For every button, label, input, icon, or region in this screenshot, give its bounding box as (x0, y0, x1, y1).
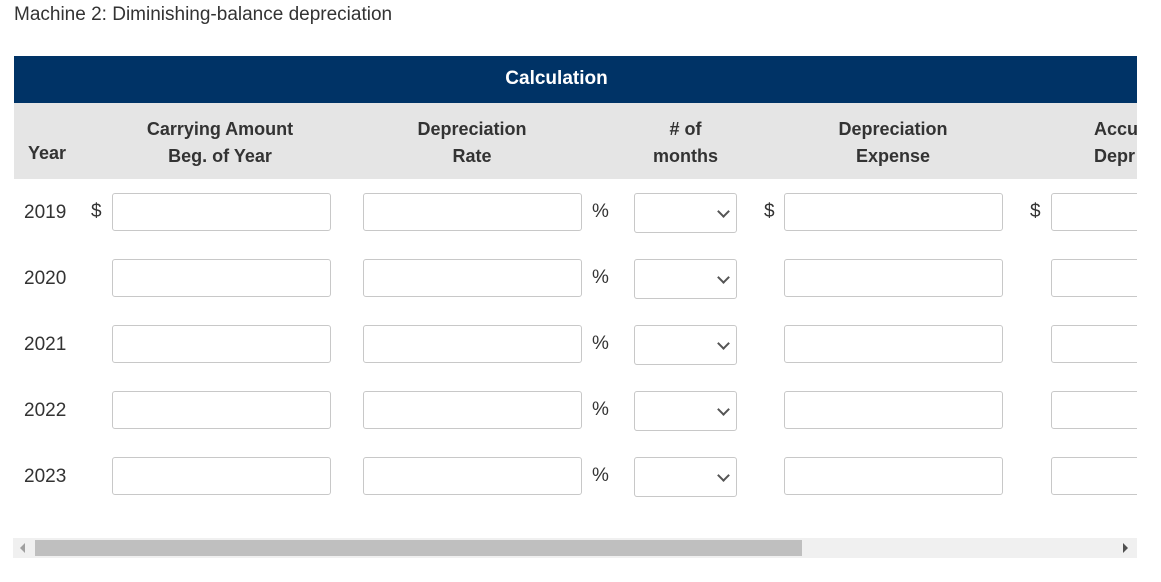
table-row: 2022% (14, 389, 1137, 433)
months-select[interactable] (634, 193, 737, 233)
header-depreciation-expense: Depreciation Expense (784, 116, 1002, 170)
accumulated-depreciation-input[interactable] (1051, 457, 1137, 495)
chevron-down-icon (717, 271, 730, 284)
percent-symbol: % (592, 201, 609, 222)
depreciation-expense-input[interactable] (784, 259, 1003, 297)
currency-symbol: $ (91, 201, 102, 222)
depreciation-table: Calculation Year Carrying Amount Beg. of… (14, 56, 1137, 526)
scroll-right-icon[interactable] (1123, 543, 1128, 553)
carrying-amount-input[interactable] (112, 457, 331, 495)
percent-symbol: % (592, 465, 609, 486)
depreciation-expense-input[interactable] (784, 457, 1003, 495)
accumulated-depreciation-input[interactable] (1051, 193, 1137, 231)
accumulated-depreciation-input[interactable] (1051, 325, 1137, 363)
months-select[interactable] (634, 391, 737, 431)
depreciation-rate-input[interactable] (363, 391, 582, 429)
carrying-amount-input[interactable] (112, 259, 331, 297)
header-carrying-amount: Carrying Amount Beg. of Year (112, 116, 328, 170)
table-row: 2020% (14, 257, 1137, 301)
percent-symbol: % (592, 399, 609, 420)
chevron-down-icon (717, 205, 730, 218)
header-line: Rate (452, 146, 492, 166)
header-line: Beg. of Year (168, 146, 272, 166)
year-label: 2022 (24, 400, 67, 421)
chevron-down-icon (717, 469, 730, 482)
header-accumulated: Accu Depr (1094, 116, 1137, 170)
currency-symbol: $ (764, 201, 775, 222)
column-headers: Year Carrying Amount Beg. of Year Deprec… (14, 103, 1137, 179)
horizontal-scrollbar[interactable] (13, 538, 1137, 558)
scroll-left-icon[interactable] (20, 543, 25, 553)
months-select[interactable] (634, 325, 737, 365)
percent-symbol: % (592, 267, 609, 288)
header-line: Expense (855, 146, 931, 166)
depreciation-expense-input[interactable] (784, 391, 1003, 429)
months-select[interactable] (634, 259, 737, 299)
depreciation-rate-input[interactable] (363, 457, 582, 495)
header-line: Depr (1094, 146, 1136, 166)
calculation-title: Calculation (505, 68, 608, 89)
percent-symbol: % (592, 333, 609, 354)
chevron-down-icon (717, 403, 730, 416)
currency-symbol: $ (1030, 201, 1041, 222)
chevron-down-icon (717, 337, 730, 350)
header-line: months (653, 146, 718, 166)
depreciation-expense-input[interactable] (784, 325, 1003, 363)
year-label: 2021 (24, 334, 67, 355)
header-line: Carrying Amount (146, 119, 294, 139)
table-row: 2019 $% $ $ (14, 191, 1137, 235)
header-line: Depreciation (417, 119, 527, 139)
depreciation-rate-input[interactable] (363, 259, 582, 297)
calculation-band: Calculation (14, 56, 1137, 103)
year-label: 2020 (24, 268, 67, 289)
depreciation-rate-input[interactable] (363, 193, 582, 231)
accumulated-depreciation-input[interactable] (1051, 259, 1137, 297)
carrying-amount-input[interactable] (112, 391, 331, 429)
header-line: Accu (1094, 119, 1137, 139)
year-label: 2019 (24, 202, 67, 223)
depreciation-rate-input[interactable] (363, 325, 582, 363)
header-year: Year (28, 143, 67, 163)
table-row: 2021% (14, 323, 1137, 367)
scrollbar-thumb[interactable] (35, 540, 802, 556)
year-label: 2023 (24, 466, 67, 487)
header-months: # of months (634, 116, 737, 170)
header-line: Depreciation (838, 119, 948, 139)
months-select[interactable] (634, 457, 737, 497)
header-depreciation-rate: Depreciation Rate (363, 116, 581, 170)
carrying-amount-input[interactable] (112, 325, 331, 363)
accumulated-depreciation-input[interactable] (1051, 391, 1137, 429)
carrying-amount-input[interactable] (112, 193, 331, 231)
depreciation-expense-input[interactable] (784, 193, 1003, 231)
table-row: 2023% (14, 455, 1137, 499)
section-title: Machine 2: Diminishing-balance depreciat… (14, 4, 393, 25)
header-line: # of (669, 119, 702, 139)
